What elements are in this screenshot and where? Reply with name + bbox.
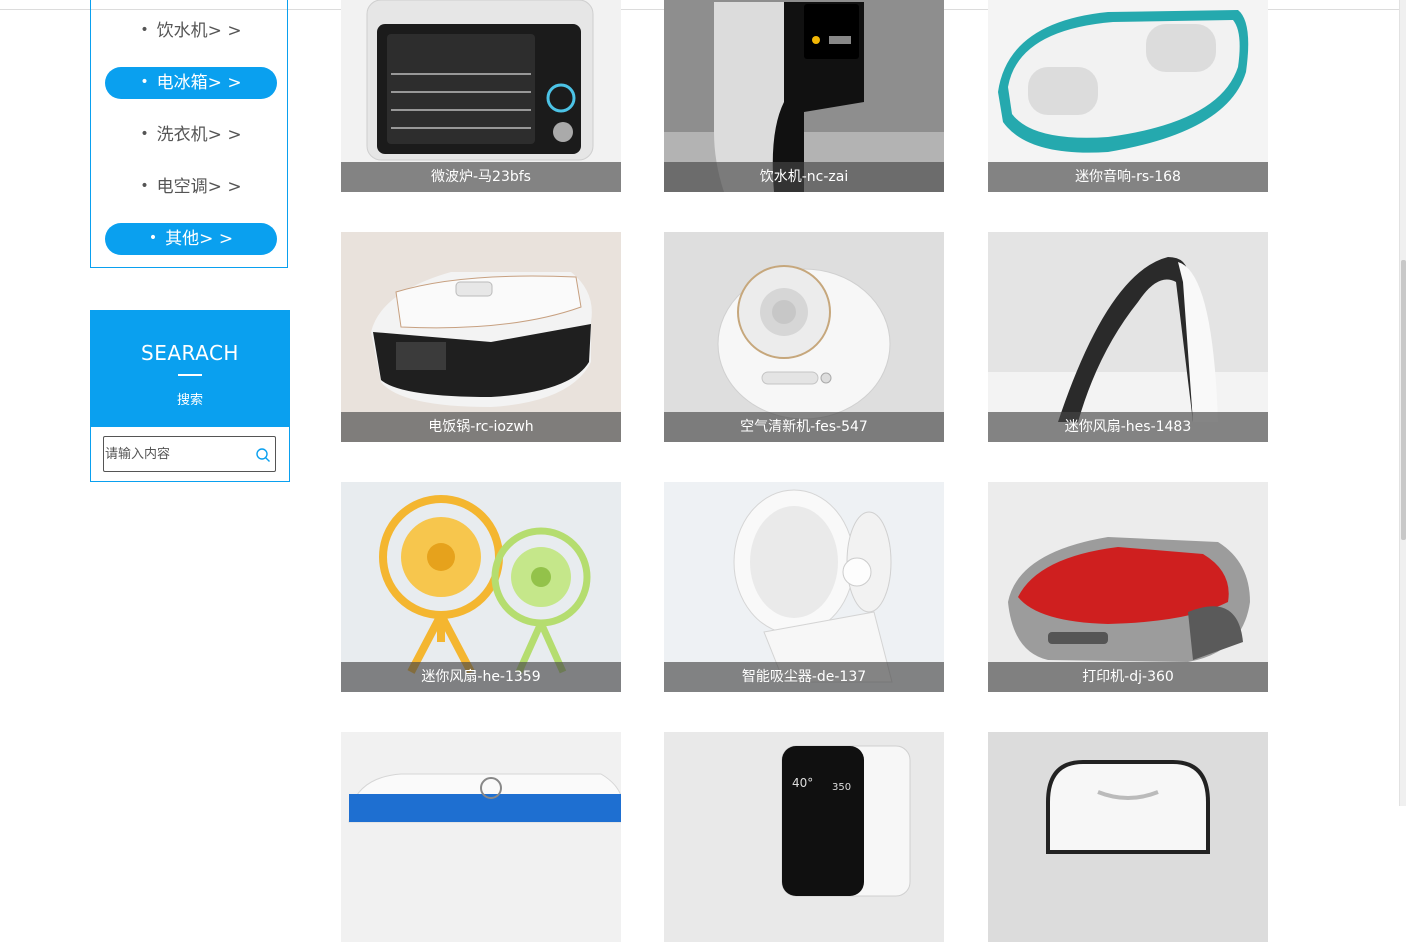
product-card-printer[interactable]: 打印机-dj-360 — [988, 482, 1268, 692]
category-item-refrigerator[interactable]: • 电冰箱> > — [105, 67, 277, 99]
category-item-air-conditioner[interactable]: • 电空调> > — [105, 171, 277, 203]
search-header: SEARACH 搜索 — [91, 311, 289, 427]
search-title-underline — [178, 374, 202, 376]
product-card-heater[interactable]: 40° 350 — [664, 732, 944, 942]
search-panel: SEARACH 搜索 — [90, 310, 290, 482]
product-caption: 空气清新机-fes-547 — [664, 412, 944, 442]
air-purifier-image — [664, 232, 944, 442]
product-caption: 迷你风扇-he-1359 — [341, 662, 621, 692]
product-card-container[interactable] — [988, 732, 1268, 942]
heater-image: 40° 350 — [664, 732, 944, 942]
product-caption: 电饭锅-rc-iozwh — [341, 412, 621, 442]
search-input[interactable] — [105, 443, 245, 465]
search-field — [103, 436, 276, 472]
product-caption: 迷你音响-rs-168 — [988, 162, 1268, 192]
smart-vacuum-image — [664, 482, 944, 692]
product-card-mini-fan-1483[interactable]: 迷你风扇-hes-1483 — [988, 232, 1268, 442]
scanner-image — [341, 732, 621, 942]
product-card-scanner[interactable] — [341, 732, 621, 942]
product-card-mini-speaker[interactable]: 迷你音响-rs-168 — [988, 0, 1268, 192]
search-title: SEARACH — [141, 341, 239, 365]
category-item-washing-machine[interactable]: • 洗衣机> > — [105, 119, 277, 151]
category-label: 洗衣机> > — [156, 125, 242, 145]
product-card-water-dispenser[interactable]: 饮水机-nc-zai — [664, 0, 944, 192]
rice-cooker-image — [341, 232, 621, 442]
mini-fans-image — [341, 482, 621, 692]
scrollbar-thumb[interactable] — [1401, 260, 1406, 540]
category-label: 其他> > — [165, 229, 234, 249]
product-card-mini-fan-1359[interactable]: 迷你风扇-he-1359 — [341, 482, 621, 692]
product-card-smart-vacuum[interactable]: 智能吸尘器-de-137 — [664, 482, 944, 692]
category-label: 饮水机> > — [156, 21, 242, 41]
product-caption: 打印机-dj-360 — [988, 662, 1268, 692]
svg-text:40°: 40° — [792, 776, 813, 790]
product-caption: 迷你风扇-hes-1483 — [988, 412, 1268, 442]
product-caption: 微波炉-马23bfs — [341, 162, 621, 192]
product-card-microwave[interactable]: 微波炉-马23bfs — [341, 0, 621, 192]
printer-image — [988, 482, 1268, 692]
category-label: 电冰箱> > — [156, 73, 242, 93]
product-card-air-purifier[interactable]: 空气清新机-fes-547 — [664, 232, 944, 442]
search-subtitle: 搜索 — [176, 393, 203, 408]
container-image — [988, 732, 1268, 942]
svg-text:350: 350 — [832, 782, 851, 793]
product-caption: 饮水机-nc-zai — [664, 162, 944, 192]
category-item-water-dispenser[interactable]: • 饮水机> > — [105, 15, 277, 47]
search-icon[interactable] — [255, 447, 271, 463]
product-card-rice-cooker[interactable]: 电饭锅-rc-iozwh — [341, 232, 621, 442]
category-item-other[interactable]: • 其他> > — [105, 223, 277, 255]
category-list: • 饮水机> > • 电冰箱> > • 洗衣机> > • 电空调> > • 其他> > — [90, 0, 288, 268]
category-label: 电空调> > — [156, 177, 242, 197]
product-caption: 智能吸尘器-de-137 — [664, 662, 944, 692]
mini-fan-image — [988, 232, 1268, 442]
